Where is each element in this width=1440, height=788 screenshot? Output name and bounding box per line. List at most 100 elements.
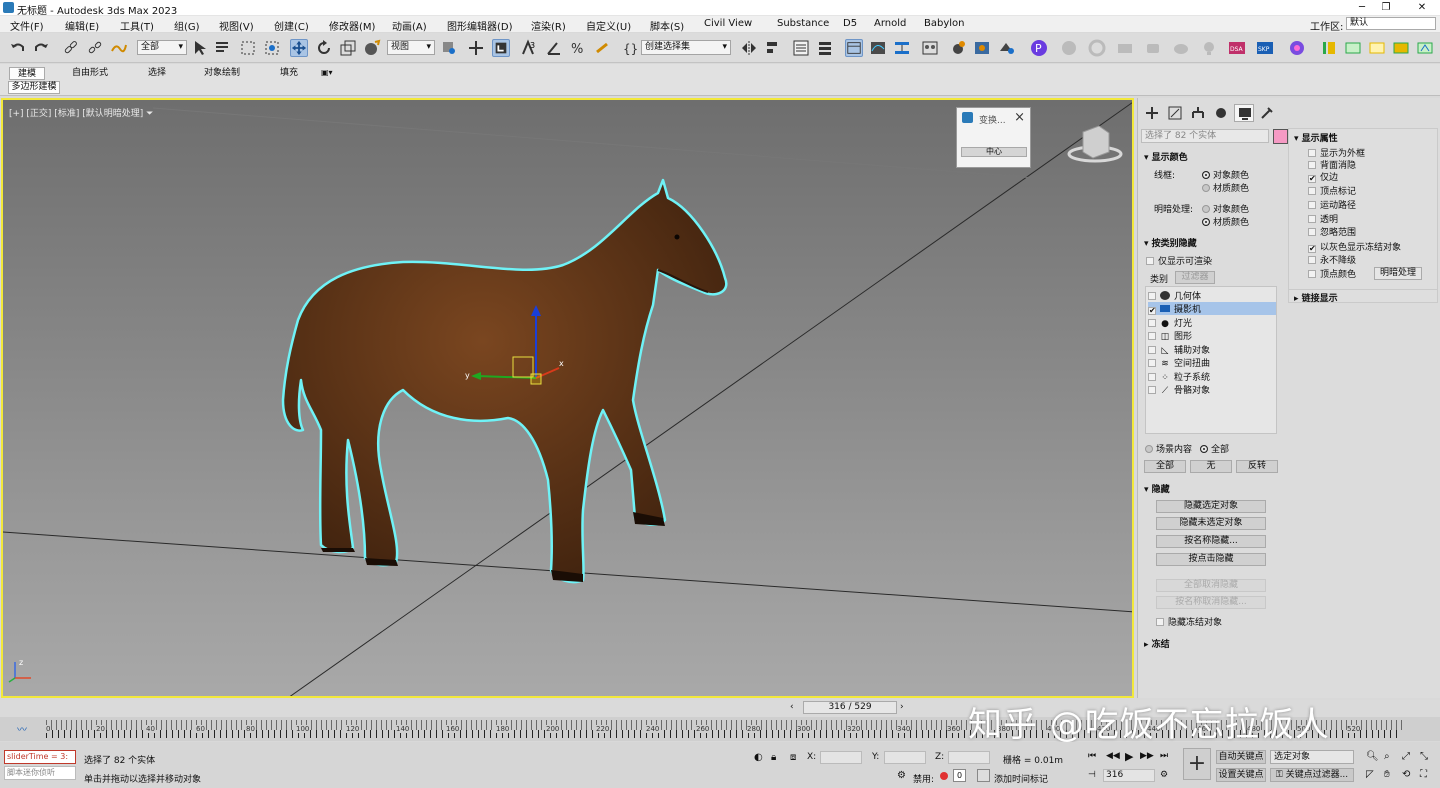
material-editor-icon[interactable]: [921, 39, 939, 57]
select-rotate-icon[interactable]: [315, 39, 333, 57]
keyboard-shortcut-icon[interactable]: [492, 39, 510, 57]
lock-selection-icon[interactable]: 🔒︎: [771, 752, 776, 763]
vertex-ticks-checkbox[interactable]: 顶点标记: [1308, 184, 1356, 197]
filter-icon[interactable]: ⏷: [146, 109, 153, 119]
unlink-icon[interactable]: [86, 39, 104, 57]
undo-icon[interactable]: [9, 39, 27, 57]
filter-tab[interactable]: 过滤器: [1175, 271, 1215, 284]
display-color-header[interactable]: ▾ 显示颜色: [1144, 150, 1188, 163]
plugin-grey-1-icon[interactable]: [1060, 39, 1078, 57]
category-bones[interactable]: ⟋ 骨骼对象: [1148, 383, 1276, 396]
display-tab-icon[interactable]: [1234, 104, 1254, 122]
set-key-button[interactable]: 设置关键点: [1216, 768, 1266, 782]
modify-tab-icon[interactable]: [1165, 104, 1185, 122]
plugin-bars-icon[interactable]: [1320, 39, 1338, 57]
hide-by-name-button[interactable]: 按名称隐藏...: [1156, 535, 1266, 548]
render-setup-icon[interactable]: [949, 39, 967, 57]
restore-icon[interactable]: ❐: [1376, 1, 1396, 15]
zoom-extents-icon[interactable]: ⤢: [1402, 751, 1410, 762]
popup-center-button[interactable]: 中心: [961, 147, 1027, 157]
toggle-ribbon-icon[interactable]: [845, 39, 863, 57]
menu-file[interactable]: 文件(F): [10, 18, 44, 33]
zero-icon[interactable]: 0: [953, 769, 966, 782]
plugin-frame-2-icon[interactable]: [1368, 39, 1386, 57]
plugin-p-icon[interactable]: P: [1030, 39, 1048, 57]
unhide-all-button[interactable]: 全部取消隐藏: [1156, 579, 1266, 592]
x-field[interactable]: [820, 751, 862, 764]
menu-create[interactable]: 创建(C): [274, 18, 309, 33]
ribbon-tab-object-paint[interactable]: 对象绘制: [196, 67, 248, 80]
hide-frozen-checkbox[interactable]: 隐藏冻结对象: [1156, 615, 1222, 628]
set-key-plus-icon[interactable]: +: [1183, 748, 1211, 780]
plugin-grey-4-icon[interactable]: [1144, 39, 1162, 57]
menu-modifiers[interactable]: 修改器(M): [329, 18, 375, 33]
zoom-extents-all-icon[interactable]: ⤡: [1420, 751, 1428, 762]
time-slider-thumb[interactable]: 316 / 529: [803, 701, 897, 714]
snap-toggle-icon[interactable]: 3: [520, 39, 538, 57]
hide-selected-button[interactable]: 隐藏选定对象: [1156, 500, 1266, 513]
unhide-by-name-button[interactable]: 按名称取消隐藏...: [1156, 596, 1266, 609]
time-prev-icon[interactable]: ‹: [790, 702, 794, 712]
utilities-tab-icon[interactable]: [1257, 104, 1277, 122]
play-icon[interactable]: ▶: [1125, 750, 1133, 763]
y-field[interactable]: [884, 751, 926, 764]
select-by-name-icon[interactable]: [214, 39, 232, 57]
ignore-extents-checkbox[interactable]: 忽略范围: [1308, 225, 1356, 238]
selection-filter-dropdown[interactable]: 全部: [137, 40, 187, 55]
select-all-button[interactable]: 全部: [1144, 460, 1186, 473]
menu-animation[interactable]: 动画(A): [392, 18, 427, 33]
category-particles[interactable]: ⁘ 粒子系统: [1148, 370, 1276, 383]
next-frame-icon[interactable]: ▶▶: [1140, 751, 1154, 761]
create-tab-icon[interactable]: [1142, 104, 1162, 122]
hide-by-category-header[interactable]: ▾ 按类别隐藏: [1144, 236, 1197, 249]
menu-arnold[interactable]: Arnold: [874, 18, 906, 29]
adaptive-degrade-icon[interactable]: ⚙: [897, 770, 906, 781]
shade-object-color-radio[interactable]: 对象颜色: [1202, 202, 1249, 215]
wire-object-color-radio[interactable]: 对象颜色: [1202, 168, 1249, 181]
viewport-label[interactable]: [+] [正交] [标准] [默认明暗处理] ⏷: [9, 106, 153, 119]
category-shapes[interactable]: ◫ 图形: [1148, 329, 1276, 342]
hide-header[interactable]: ▾ 隐藏: [1144, 482, 1170, 495]
hide-unselected-button[interactable]: 隐藏未选定对象: [1156, 517, 1266, 530]
key-mode-icon[interactable]: ⊣: [1088, 770, 1096, 780]
category-helpers[interactable]: ◺ 辅助对象: [1148, 343, 1276, 356]
edit-named-sel-icon[interactable]: {}: [620, 39, 638, 57]
plugin-color-icon[interactable]: [1288, 39, 1306, 57]
orbit-icon[interactable]: ⟲: [1402, 769, 1410, 780]
layer-explorer-icon[interactable]: [816, 39, 834, 57]
rect-selection-icon[interactable]: [239, 39, 257, 57]
goto-start-icon[interactable]: ⏮: [1088, 751, 1096, 761]
see-through-checkbox[interactable]: 透明: [1308, 212, 1338, 225]
menu-graph-editors[interactable]: 图形编辑器(D): [447, 18, 513, 33]
object-color-swatch[interactable]: [1273, 129, 1288, 144]
link-icon[interactable]: [62, 39, 80, 57]
renderable-only-checkbox[interactable]: 仅显示可渲染: [1146, 254, 1212, 267]
align-icon[interactable]: [764, 39, 782, 57]
add-time-tag[interactable]: 添加时间标记: [994, 772, 1048, 785]
ribbon-polygon-modeling[interactable]: 多边形建模: [8, 81, 60, 94]
menu-substance[interactable]: Substance: [777, 18, 829, 29]
select-scale-icon[interactable]: [339, 39, 357, 57]
pivot-center-icon[interactable]: [440, 39, 458, 57]
schematic-view-icon[interactable]: [893, 39, 911, 57]
ref-coord-dropdown[interactable]: 视图: [387, 40, 435, 55]
link-display-header[interactable]: ▸ 链接显示: [1294, 291, 1338, 304]
zoom-icon[interactable]: 🔍︎: [1366, 751, 1379, 762]
close-icon[interactable]: ✕: [1412, 1, 1432, 15]
redo-icon[interactable]: [32, 39, 50, 57]
percent-snap-icon[interactable]: %: [569, 39, 587, 57]
shaded-button[interactable]: 明暗处理: [1374, 267, 1422, 280]
rendered-frame-icon[interactable]: [973, 39, 991, 57]
menu-customize[interactable]: 自定义(U): [586, 18, 631, 33]
shade-material-color-radio[interactable]: 材质颜色: [1202, 215, 1249, 228]
plugin-frame-1-icon[interactable]: [1344, 39, 1362, 57]
menu-group[interactable]: 组(G): [174, 18, 200, 33]
absolute-mode-icon[interactable]: ⧈: [790, 752, 796, 763]
angle-snap-icon[interactable]: [545, 39, 563, 57]
fov-icon[interactable]: ◸: [1366, 769, 1374, 780]
time-next-icon[interactable]: ›: [900, 702, 904, 712]
ribbon-tab-modeling[interactable]: 建模: [9, 67, 46, 80]
spinner-snap-icon[interactable]: [593, 39, 611, 57]
window-crossing-icon[interactable]: [263, 39, 281, 57]
hierarchy-tab-icon[interactable]: [1188, 104, 1208, 122]
